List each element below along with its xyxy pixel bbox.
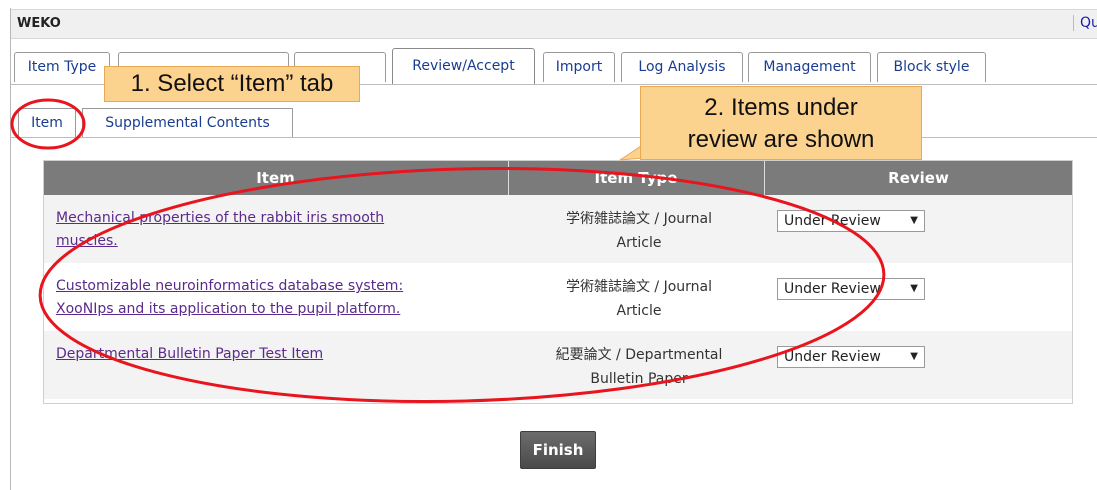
tab-label: Import [555, 59, 603, 75]
item-type-cell: 学術雑誌論文 / Journal Article [514, 275, 764, 323]
review-status-value: Under Review [784, 281, 881, 297]
review-status-select[interactable]: Under Review ▼ [777, 278, 925, 300]
subtab-supplemental-contents[interactable]: Supplemental Contents [82, 108, 293, 138]
item-title-cell: Departmental Bulletin Paper Test Item [56, 343, 486, 366]
subtab-label: Supplemental Contents [105, 115, 270, 131]
review-status-select[interactable]: Under Review ▼ [777, 346, 925, 368]
callout-text: review are shown [687, 126, 875, 153]
tab-label: Block style [893, 59, 970, 75]
page-left-border [10, 8, 11, 490]
app-header: WEKO Quit [11, 9, 1097, 39]
item-title-cell: Mechanical properties of the rabbit iris… [56, 207, 486, 253]
column-header-review: Review [888, 169, 949, 187]
table-header: Item Item Type Review [44, 161, 1072, 195]
dropdown-arrow-icon: ▼ [910, 283, 918, 294]
tab-label: Item Type [27, 59, 97, 75]
item-title-link[interactable]: Departmental Bulletin Paper Test Item [56, 346, 323, 362]
item-type-cell: 学術雑誌論文 / Journal Article [514, 207, 764, 255]
item-title-link[interactable]: muscles. [56, 233, 118, 249]
column-header-item-type: Item Type [594, 169, 678, 187]
tab-import[interactable]: Import [543, 52, 615, 82]
item-type-cell: 紀要論文 / Departmental Bulletin Paper [514, 343, 764, 391]
table-row: Departmental Bulletin Paper Test Item 紀要… [44, 331, 1072, 399]
tab-log-analysis[interactable]: Log Analysis [621, 52, 743, 82]
item-type-text: Article [616, 235, 662, 251]
table-row: Customizable neuroinformatics database s… [44, 263, 1072, 331]
tab-review-accept[interactable]: Review/Accept [392, 48, 535, 85]
item-title-link[interactable]: Mechanical properties of the rabbit iris… [56, 210, 384, 226]
item-title-link[interactable]: XooNIps and its application to the pupil… [56, 301, 400, 317]
app-title: WEKO [17, 16, 61, 31]
item-type-text: 学術雑誌論文 / Journal [565, 211, 713, 227]
review-status-value: Under Review [784, 349, 881, 365]
quit-link[interactable]: Quit [1073, 15, 1097, 31]
tab-label: Management [763, 59, 856, 75]
dropdown-arrow-icon: ▼ [910, 215, 918, 226]
subtab-label: Item [31, 115, 63, 131]
review-status-value: Under Review [784, 213, 881, 229]
callout-select-item-tab: 1. Select “Item” tab [104, 66, 360, 102]
tab-item-type[interactable]: Item Type [14, 52, 110, 82]
column-header-item: Item [256, 169, 295, 187]
table-row: Mechanical properties of the rabbit iris… [44, 195, 1072, 263]
item-title-cell: Customizable neuroinformatics database s… [56, 275, 486, 321]
item-type-text: 学術雑誌論文 / Journal [565, 279, 713, 295]
review-table: Item Item Type Review Mechanical propert… [43, 160, 1073, 404]
tab-block-style[interactable]: Block style [877, 52, 986, 82]
tab-management[interactable]: Management [748, 52, 871, 82]
callout-text: 2. Items under [704, 94, 858, 121]
item-type-text: 紀要論文 / Departmental [555, 347, 723, 363]
item-title-link[interactable]: Customizable neuroinformatics database s… [56, 278, 403, 294]
dropdown-arrow-icon: ▼ [910, 351, 918, 362]
item-type-text: Bulletin Paper [590, 371, 688, 387]
tab-label: Review/Accept [412, 58, 515, 74]
tab-label: Log Analysis [638, 59, 726, 75]
subtab-item[interactable]: Item [18, 108, 76, 138]
item-type-text: Article [616, 303, 662, 319]
review-status-select[interactable]: Under Review ▼ [777, 210, 925, 232]
callout-items-under-review: 2. Items under review are shown [640, 86, 922, 160]
subtab-divider [11, 137, 1097, 138]
finish-button[interactable]: Finish [520, 431, 596, 469]
